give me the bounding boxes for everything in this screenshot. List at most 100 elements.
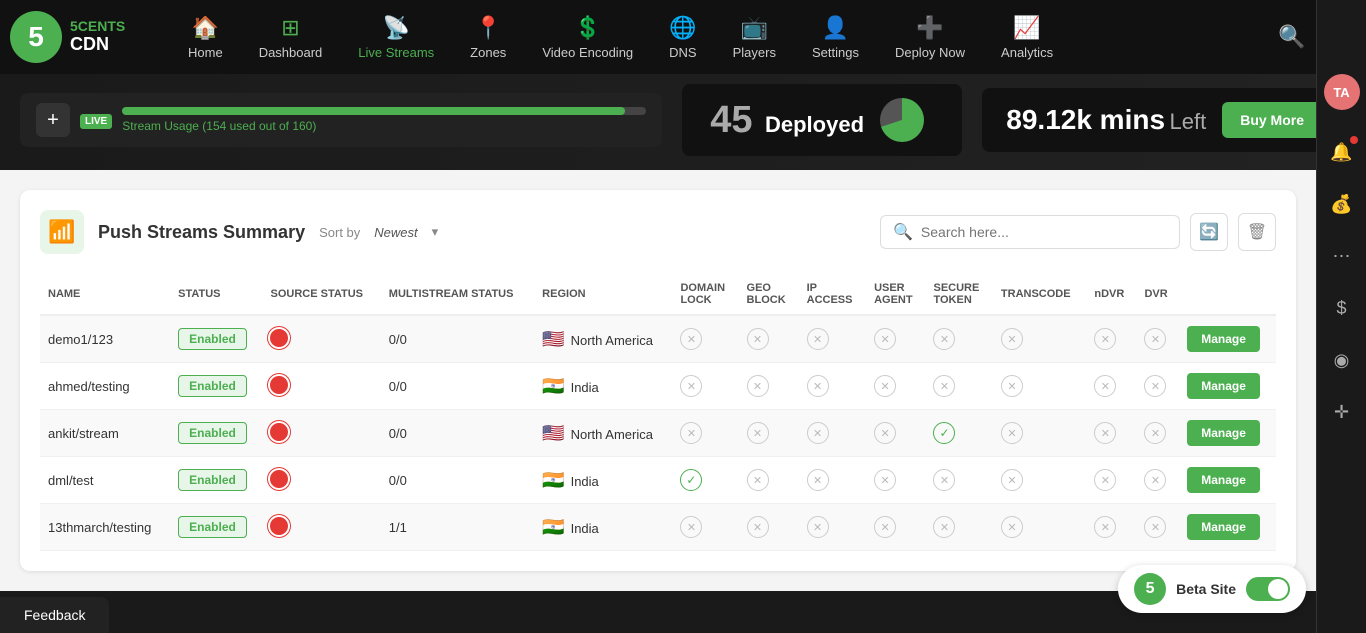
status-badge: Enabled [178,422,247,444]
table-row: dml/test Enabled 0/0 🇮🇳India ✓ ✕ ✕ ✕ ✕ ✕… [40,457,1276,504]
dollar-icon[interactable]: 💰 [1324,186,1360,222]
cell-secure-token: ✕ [925,457,992,504]
nav-zones[interactable]: 📍 Zones [452,7,524,68]
status-badge: Enabled [178,328,247,350]
cell-region: 🇺🇸North America [534,315,672,363]
cell-manage: Manage [1179,315,1276,363]
cell-ndvr: ✕ [1086,315,1136,363]
nav-deploy-now[interactable]: ➕ Deploy Now [877,7,983,68]
cell-manage: Manage [1179,363,1276,410]
nav-dashboard[interactable]: ⊞ Dashboard [241,7,341,68]
cell-region: 🇮🇳India [534,504,672,551]
region-flag: 🇺🇸 [542,423,564,443]
usage-bar-track [122,107,646,115]
delete-button[interactable]: 🗑 [1238,213,1276,251]
nav-dns-label: DNS [669,45,696,60]
status-x-icon: ✕ [933,469,955,491]
manage-button[interactable]: Manage [1187,326,1260,352]
cell-source-status [262,410,380,457]
status-x-icon: ✕ [1144,469,1166,491]
video-encoding-icon: 💲 [574,15,601,41]
status-x-icon: ✕ [680,422,702,444]
table-row: 13thmarch/testing Enabled 1/1 🇮🇳India ✕ … [40,504,1276,551]
players-icon: 📺 [741,15,768,41]
source-dot [270,423,288,441]
sort-chevron-icon[interactable]: ▾ [432,224,439,240]
live-streams-icon: 📡 [383,15,410,41]
nav-players-label: Players [733,45,776,60]
status-x-icon: ✕ [747,328,769,350]
avatar: TA [1324,74,1360,110]
cell-manage: Manage [1179,410,1276,457]
cell-ip-access: ✕ [799,410,866,457]
manage-button[interactable]: Manage [1187,467,1260,493]
cell-geo-block: ✕ [739,363,799,410]
logo[interactable]: 5 5CENTS CDN [10,11,150,63]
status-x-icon: ✕ [680,516,702,538]
status-x-icon: ✕ [874,328,896,350]
cell-name: ahmed/testing [40,363,170,410]
cell-name: 13thmarch/testing [40,504,170,551]
status-badge: Enabled [178,469,247,491]
nav-live-streams[interactable]: 📡 Live Streams [340,7,452,68]
mins-number: 89.12k mins [1006,104,1165,135]
top-nav: 5 5CENTS CDN 🏠 Home ⊞ Dashboard 📡 Live S… [0,0,1366,74]
plus-icon[interactable]: ✛ [1324,394,1360,430]
manage-button[interactable]: Manage [1187,420,1260,446]
add-stream-button[interactable]: + [36,103,70,137]
logo-text: 5CENTS CDN [70,19,125,54]
nav-dns[interactable]: 🌐 DNS [651,7,714,68]
sort-dropdown[interactable]: Newest [374,225,417,240]
header-actions: 🔍 🔄 🗑 [880,213,1276,251]
table-row: ankit/stream Enabled 0/0 🇺🇸North America… [40,410,1276,457]
cell-secure-token: ✕ [925,363,992,410]
cell-secure-token: ✓ [925,410,992,457]
nav-home[interactable]: 🏠 Home [170,7,241,68]
cell-user-agent: ✕ [866,457,925,504]
nav-deploy-now-label: Deploy Now [895,45,965,60]
cell-source-status [262,457,380,504]
streams-table-body: demo1/123 Enabled 0/0 🇺🇸North America ✕ … [40,315,1276,551]
more-icon[interactable]: ⋯ [1324,238,1360,274]
cell-transcode: ✕ [993,363,1086,410]
cell-dvr: ✕ [1136,504,1179,551]
circle-icon[interactable]: ◉ [1324,342,1360,378]
buy-more-button[interactable]: Buy More [1222,102,1322,138]
feedback-bar[interactable]: Feedback [0,597,109,633]
table-row: ahmed/testing Enabled 0/0 🇮🇳India ✕ ✕ ✕ … [40,363,1276,410]
cell-multistream: 0/0 [381,315,534,363]
beta-toggle-knob [1268,579,1288,599]
status-x-icon: ✕ [1144,375,1166,397]
region-flag: 🇮🇳 [542,470,564,490]
manage-button[interactable]: Manage [1187,514,1260,540]
card-title-area: 📶 Push Streams Summary Sort by Newest ▾ [40,210,438,254]
search-box[interactable]: 🔍 [880,215,1180,249]
nav-analytics[interactable]: 📈 Analytics [983,7,1071,68]
nav-dashboard-label: Dashboard [259,45,323,60]
billing-icon[interactable]: $ [1324,290,1360,326]
nav-settings[interactable]: 👤 Settings [794,7,877,68]
col-region: REGION [534,274,672,315]
cell-status: Enabled [170,504,262,551]
cell-user-agent: ✕ [866,504,925,551]
manage-button[interactable]: Manage [1187,373,1260,399]
deployed-count: 45 Deployed [710,99,864,142]
cell-ip-access: ✕ [799,504,866,551]
deployed-box: 45 Deployed [682,84,962,156]
mins-box: 89.12k mins Left Buy More [982,88,1346,152]
status-x-icon: ✕ [680,328,702,350]
cell-ip-access: ✕ [799,363,866,410]
status-x-icon: ✕ [874,375,896,397]
col-geo-block: GEOBLOCK [739,274,799,315]
search-icon[interactable]: 🔍 [1264,24,1319,50]
nav-players[interactable]: 📺 Players [715,7,794,68]
col-user-agent: USERAGENT [866,274,925,315]
refresh-button[interactable]: 🔄 [1190,213,1228,251]
nav-video-encoding[interactable]: 💲 Video Encoding [524,7,651,68]
search-input[interactable] [921,224,1167,240]
cell-transcode: ✕ [993,457,1086,504]
status-x-icon: ✕ [807,422,829,444]
beta-toggle[interactable] [1246,577,1290,601]
cell-geo-block: ✕ [739,315,799,363]
bell-icon[interactable]: 🔔 [1324,134,1360,170]
